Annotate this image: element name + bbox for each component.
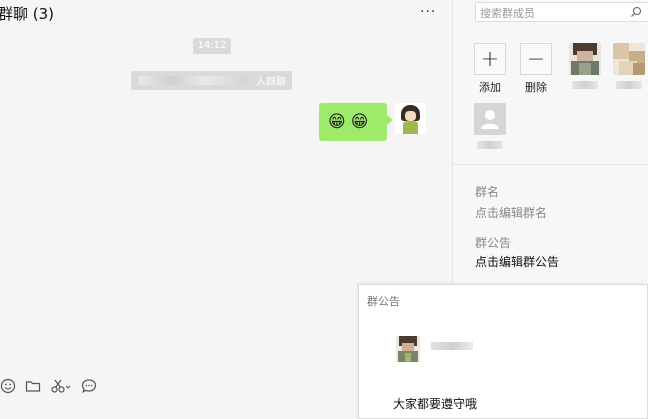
emoji-icon[interactable] (0, 378, 16, 394)
more-button[interactable]: ··· (420, 4, 436, 20)
add-member-button[interactable]: + 添加 (470, 43, 510, 95)
minus-icon: − (520, 43, 552, 75)
default-avatar-icon (474, 103, 506, 135)
chat-title: 群聊 (3) (0, 5, 55, 23)
avatar (569, 43, 601, 75)
scissors-icon[interactable] (50, 378, 72, 394)
blurred-text (139, 76, 249, 85)
folder-icon[interactable] (25, 378, 41, 394)
divider (453, 164, 648, 165)
group-name-label: 群名 (475, 185, 500, 199)
message-time: 14:12 (193, 38, 231, 54)
blurred-name (477, 141, 503, 149)
system-message-tail: 入群聊 (256, 77, 286, 88)
message-bubble[interactable]: 😁 😁 (319, 103, 393, 141)
plus-icon: + (474, 43, 506, 75)
blurred-name (572, 81, 598, 89)
blurred-name (616, 81, 642, 89)
chat-bubble-icon[interactable] (81, 378, 97, 394)
member-avatar[interactable] (609, 43, 648, 89)
avatar[interactable] (395, 103, 426, 134)
grin-emoji: 😁 (328, 111, 346, 132)
announcement-field[interactable]: 点击编辑群公告 (475, 253, 559, 270)
blurred-name (431, 342, 473, 350)
group-name-field[interactable]: 点击编辑群名 (475, 204, 547, 221)
grin-emoji: 😁 (350, 111, 369, 132)
avatar (613, 43, 645, 75)
search-placeholder: 搜索群成员 (480, 7, 535, 20)
member-avatar[interactable] (565, 43, 605, 89)
add-label: 添加 (479, 81, 501, 94)
remove-member-button[interactable]: − 删除 (516, 43, 556, 95)
search-icon[interactable] (630, 6, 642, 21)
announcement-label: 群公告 (475, 236, 512, 250)
remove-label: 删除 (525, 81, 547, 94)
announcement-popup: 群公告 大家都要遵守哦 (358, 284, 648, 419)
member-search-input[interactable]: 搜索群成员 (475, 2, 648, 22)
system-message: 入群聊 (131, 71, 292, 90)
announcement-text: 大家都要遵守哦 (393, 397, 478, 411)
avatar (396, 336, 420, 362)
announcement-popup-title: 群公告 (367, 295, 400, 308)
member-avatar[interactable] (470, 103, 510, 149)
input-toolbar (0, 377, 97, 395)
